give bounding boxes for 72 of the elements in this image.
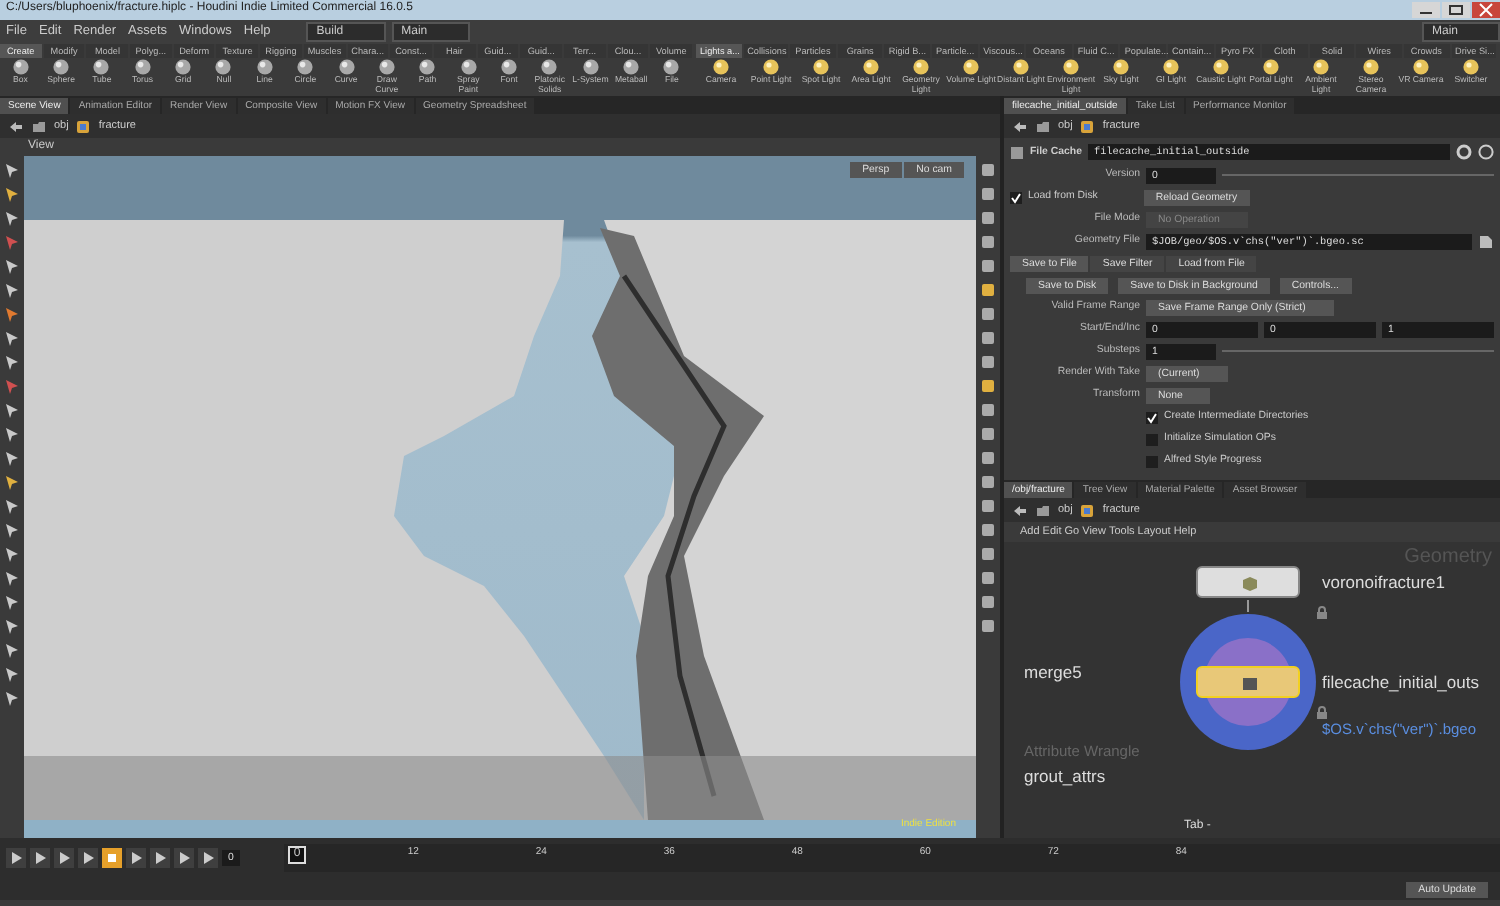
node-name: merge5 bbox=[1024, 662, 1082, 683]
playback-button[interactable] bbox=[6, 848, 26, 868]
ball-icon bbox=[459, 58, 478, 76]
light-ball-icon bbox=[812, 58, 830, 76]
ball-icon bbox=[377, 58, 396, 76]
stop-icon bbox=[104, 850, 120, 866]
light-ball-icon bbox=[1162, 58, 1180, 76]
node-name: voronoifracture1 bbox=[1322, 572, 1445, 593]
network-icon bbox=[76, 119, 91, 133]
ball-icon bbox=[418, 58, 437, 76]
playback-button[interactable] bbox=[174, 848, 194, 868]
light-ball-icon bbox=[1212, 58, 1230, 76]
ball-icon bbox=[540, 58, 559, 76]
light-ball-icon bbox=[1012, 58, 1030, 76]
light-ball-icon bbox=[1312, 58, 1330, 76]
checkbox[interactable] bbox=[1146, 411, 1158, 423]
network-node[interactable] bbox=[1196, 566, 1300, 598]
ball-icon bbox=[52, 58, 71, 76]
light-ball-icon bbox=[1462, 58, 1480, 76]
light-ball-icon bbox=[1362, 58, 1380, 76]
node-name: filecache_initial_outs bbox=[1322, 672, 1479, 693]
back-arrow-icon[interactable] bbox=[1012, 119, 1028, 133]
gear-icon[interactable] bbox=[1456, 144, 1472, 160]
ball-icon bbox=[581, 58, 600, 76]
network-node[interactable] bbox=[1196, 666, 1300, 698]
network-icon bbox=[1080, 503, 1095, 517]
ball-icon bbox=[92, 58, 111, 76]
folder-icon bbox=[1036, 503, 1050, 517]
light-ball-icon bbox=[712, 58, 730, 76]
playback-button[interactable] bbox=[150, 848, 170, 868]
ball-icon bbox=[214, 58, 233, 76]
lock-icon[interactable] bbox=[1316, 706, 1328, 720]
playback-button[interactable] bbox=[78, 848, 98, 868]
light-ball-icon bbox=[1112, 58, 1130, 76]
folder-icon bbox=[32, 119, 46, 133]
back-arrow-icon[interactable] bbox=[1012, 503, 1028, 517]
ball-icon bbox=[255, 58, 274, 76]
back-arrow-icon[interactable] bbox=[8, 119, 24, 133]
light-ball-icon bbox=[962, 58, 980, 76]
ball-icon bbox=[133, 58, 152, 76]
lock-icon[interactable] bbox=[1316, 606, 1328, 620]
checkbox[interactable] bbox=[1010, 191, 1022, 203]
light-ball-icon bbox=[912, 58, 930, 76]
minimize-button[interactable] bbox=[1412, 2, 1440, 18]
ball-icon bbox=[622, 58, 641, 76]
ball-icon bbox=[296, 58, 315, 76]
ball-icon bbox=[174, 58, 193, 76]
connection-wire bbox=[1244, 600, 1252, 612]
ball-icon bbox=[337, 58, 356, 76]
node-name: grout_attrs bbox=[1024, 766, 1106, 787]
ball-icon bbox=[662, 58, 681, 76]
maximize-button[interactable] bbox=[1442, 2, 1470, 18]
light-ball-icon bbox=[762, 58, 780, 76]
folder-icon bbox=[1036, 119, 1050, 133]
playback-button[interactable] bbox=[126, 848, 146, 868]
node-type-icon bbox=[1010, 145, 1024, 159]
checkbox[interactable] bbox=[1146, 433, 1158, 445]
file-browse-icon[interactable] bbox=[1478, 233, 1494, 249]
light-ball-icon bbox=[862, 58, 880, 76]
checkbox[interactable] bbox=[1146, 455, 1158, 467]
ball-icon bbox=[499, 58, 518, 76]
close-button[interactable] bbox=[1472, 2, 1500, 18]
cube-icon bbox=[1242, 576, 1258, 592]
light-ball-icon bbox=[1262, 58, 1280, 76]
playback-button[interactable] bbox=[54, 848, 74, 868]
ball-icon bbox=[11, 58, 30, 76]
light-ball-icon bbox=[1412, 58, 1430, 76]
network-icon bbox=[1080, 119, 1095, 133]
help-icon[interactable] bbox=[1478, 144, 1494, 160]
playback-button[interactable] bbox=[198, 848, 218, 868]
playback-button[interactable] bbox=[30, 848, 50, 868]
light-ball-icon bbox=[1062, 58, 1080, 76]
